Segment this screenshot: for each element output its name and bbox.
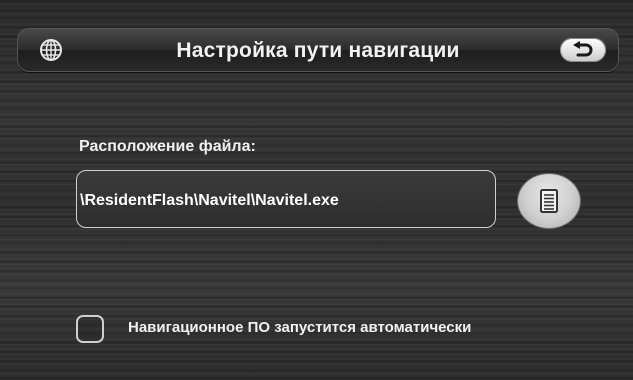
file-path-value: \ResidentFlash\Navitel\Navitel.exe — [80, 192, 339, 209]
header-bar: Настройка пути навигации — [17, 28, 619, 72]
back-button[interactable] — [560, 38, 606, 62]
back-arrow-icon — [573, 41, 593, 57]
document-list-icon — [540, 189, 558, 213]
navigation-path-settings-screen: Настройка пути навигации Расположение фа… — [0, 0, 633, 380]
browse-file-button[interactable] — [518, 174, 580, 228]
autostart-label[interactable]: Навигационное ПО запустится автоматическ… — [128, 319, 471, 336]
file-location-label: Расположение файла: — [79, 138, 256, 155]
page-title: Настройка пути навигации — [176, 39, 460, 62]
file-path-field[interactable]: \ResidentFlash\Navitel\Navitel.exe — [76, 170, 496, 228]
autostart-checkbox[interactable] — [76, 315, 104, 343]
